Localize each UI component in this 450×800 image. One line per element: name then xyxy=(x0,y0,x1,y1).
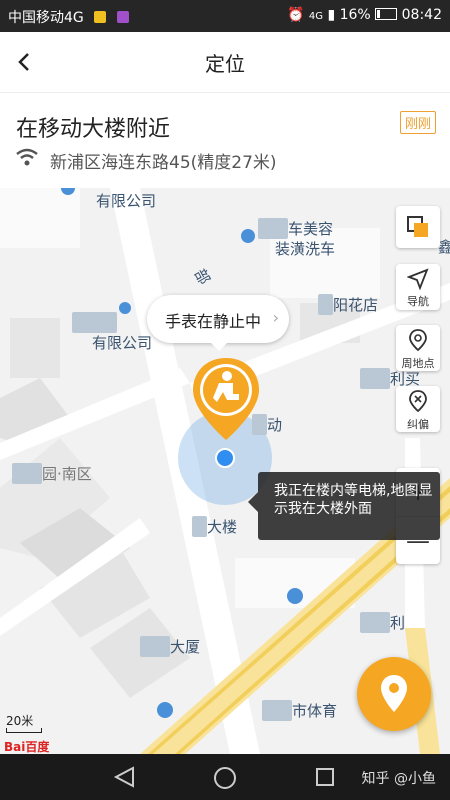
navigation-arrow-icon xyxy=(406,268,429,291)
recents-square-icon[interactable] xyxy=(315,767,335,787)
annotation-text: 我正在楼内等电梯,地图显示我在大楼外面 xyxy=(274,483,433,517)
layers-button[interactable] xyxy=(396,206,440,248)
back-triangle-icon[interactable] xyxy=(113,766,135,788)
navigate-label: 导航 xyxy=(407,295,429,308)
map-label: 有限公司 xyxy=(96,192,157,210)
baidu-logo: Bai百度 xyxy=(4,738,49,754)
notification-icon xyxy=(94,11,107,23)
map-label: 鑫鑫利 xyxy=(360,612,405,633)
note-tail xyxy=(248,492,258,512)
navigate-button[interactable]: 导航 xyxy=(396,264,440,310)
location-address: 新浦区海连东路45(精度27米) xyxy=(50,153,277,173)
status-bar: 中国移动4G ⏰ 4G ▮ 16% 08:42 xyxy=(0,0,450,32)
annotation-note: 我正在楼内等电梯,地图显示我在大楼外面 xyxy=(248,472,440,540)
time-badge: 刚刚 xyxy=(399,111,436,134)
page-title: 定位 xyxy=(205,52,245,76)
network-label: 4G xyxy=(308,11,323,22)
map-label: 市体市体育 xyxy=(262,700,337,721)
bubble-tail xyxy=(211,343,227,351)
layers-icon xyxy=(407,216,428,237)
scale-label: 20米 xyxy=(6,714,34,728)
map-label: 新海铝 xyxy=(72,312,118,333)
correct-label: 纠偏 xyxy=(407,418,429,431)
pin-cross-icon xyxy=(409,390,427,413)
app-header: 定位 xyxy=(0,32,450,93)
location-name: 在移动大楼附近 xyxy=(16,117,171,142)
map-label: 有限公司 xyxy=(92,334,153,352)
baidu-logo-text: Bai百度 xyxy=(4,740,50,754)
status-right: ⏰ 4G ▮ 16% 08:42 xyxy=(287,7,442,23)
watermark: 知乎 @小鱼 xyxy=(361,771,436,787)
home-circle-icon[interactable] xyxy=(213,766,237,790)
location-pin-icon xyxy=(381,675,407,712)
status-bubble-text: 手表在静止中 xyxy=(165,312,262,331)
scale-bar xyxy=(6,728,42,733)
carrier-text: 中国移动4G xyxy=(8,10,84,26)
clock: 08:42 xyxy=(401,7,442,23)
map-label: 装潢洗车 xyxy=(275,240,336,258)
places-button[interactable]: 周地点 xyxy=(396,325,440,371)
watch-location-marker[interactable] xyxy=(189,356,263,444)
battery-percent: 16% xyxy=(339,7,371,23)
map-scale: 20米 xyxy=(6,712,42,733)
map-label: 车车车美容 xyxy=(258,218,333,239)
status-bubble[interactable]: 手表在静止中 › xyxy=(147,295,289,351)
gallery-icon xyxy=(116,11,129,23)
map-label: 恒乐园·南区 xyxy=(12,463,92,484)
map-pin-icon xyxy=(409,329,427,352)
wifi-icon xyxy=(16,148,38,166)
map-view[interactable]: 有限公司 车车车美容 装潢洗车 阳阳花店 新海铝 有限公司 移动 恒乐园·南区 … xyxy=(0,188,450,754)
chevron-right-icon: › xyxy=(272,308,279,327)
map-label: 阳阳花店 xyxy=(318,294,378,315)
alarm-icon: ⏰ xyxy=(286,7,305,23)
signal-icon: ▮ xyxy=(327,7,336,23)
battery-icon xyxy=(375,8,398,20)
locate-fab-button[interactable] xyxy=(357,657,431,731)
correct-button[interactable]: 纠偏 xyxy=(396,386,440,432)
map-label: 移大楼 xyxy=(192,516,237,537)
location-info: 在移动大楼附近 刚刚 新浦区海连东路45(精度27米) xyxy=(0,93,450,188)
places-label: 周地点 xyxy=(401,357,435,370)
status-left: 中国移动4G xyxy=(8,7,129,27)
map-label: 安光大厦 xyxy=(140,636,200,657)
